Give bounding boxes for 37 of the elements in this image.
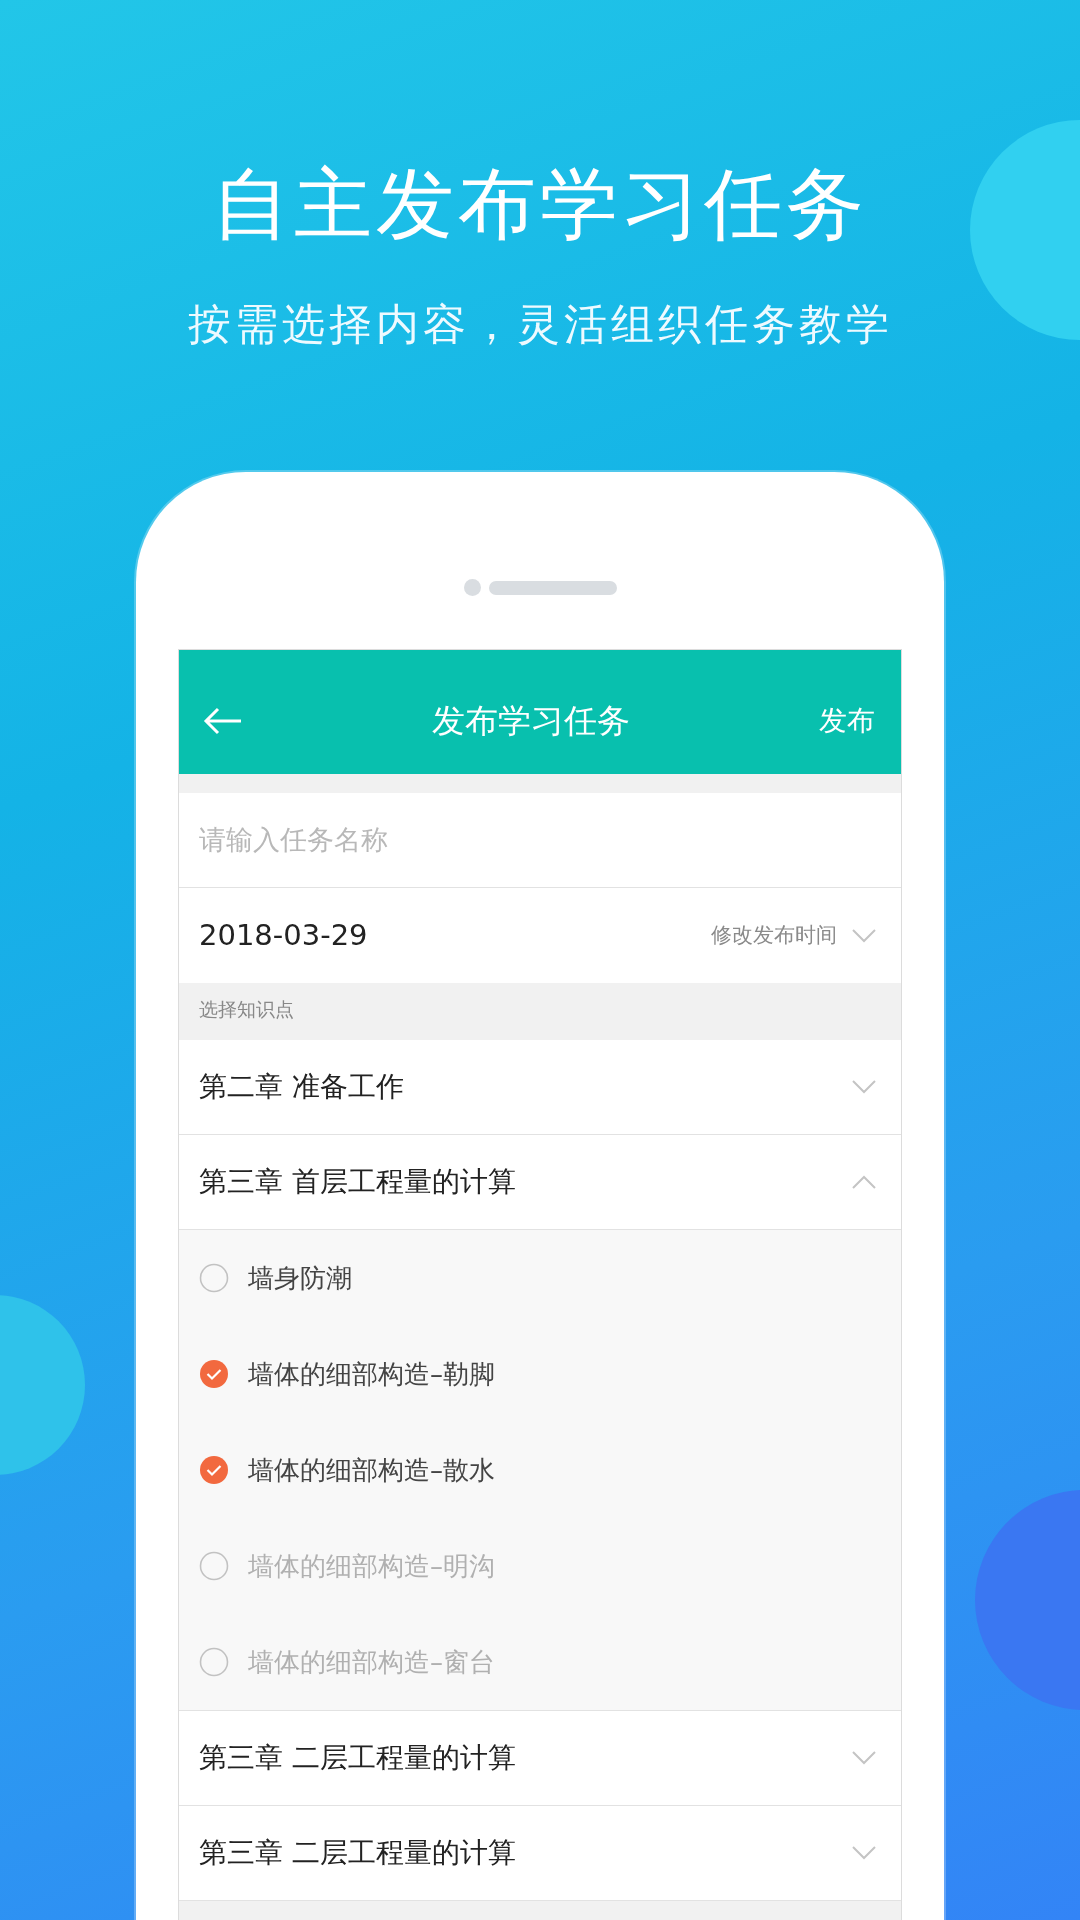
back-button[interactable] [203, 707, 243, 735]
item-label: 墙体的细部构造–窗台 [248, 1645, 495, 1679]
radio-icon [199, 1551, 229, 1581]
item-label: 墙身防潮 [248, 1261, 352, 1295]
section-label: 选择知识点 [198, 997, 295, 1022]
chapter-title: 第三章 二层工程量的计算 [199, 1740, 517, 1776]
date-value: 2018-03-29 [199, 916, 369, 954]
knowledge-item[interactable]: 墙身防潮 [179, 1230, 901, 1326]
task-name-field[interactable]: 请输入任务名称 [179, 793, 901, 888]
task-name-input[interactable]: 请输入任务名称 [199, 819, 877, 861]
checked-radio-icon [199, 1455, 229, 1485]
knowledge-item[interactable]: 墙体的细部构造–勒脚 [179, 1326, 901, 1422]
chapter-row[interactable]: 第三章 二层工程量的计算 [179, 1806, 901, 1901]
item-label: 墙体的细部构造–明沟 [248, 1549, 495, 1583]
checked-radio-icon [199, 1359, 229, 1389]
item-label: 墙体的细部构造–散水 [248, 1453, 495, 1487]
chapter-row[interactable]: 第三章 首层工程量的计算 [179, 1135, 901, 1230]
screen-title: 发布学习任务 [431, 700, 631, 743]
headline: 自主发布学习任务 [212, 165, 868, 243]
knowledge-item[interactable]: 墙体的细部构造–散水 [179, 1422, 901, 1518]
chapter-title: 第二章 准备工作 [199, 1069, 405, 1105]
chevron-down-icon [851, 1845, 877, 1861]
camera-dot [463, 579, 481, 596]
radio-icon [199, 1263, 229, 1293]
chevron-up-icon [851, 1174, 877, 1190]
chapter-title: 第三章 首层工程量的计算 [199, 1164, 517, 1200]
change-time-link: 修改发布时间 [711, 921, 837, 949]
chevron-down-icon [851, 1750, 877, 1766]
chevron-down-icon [851, 927, 877, 944]
chapter-row[interactable]: 第三章 二层工程量的计算 [179, 1711, 901, 1806]
chapter-title: 第三章 二层工程量的计算 [199, 1835, 517, 1871]
date-row[interactable]: 2018-03-29 修改发布时间 [179, 888, 901, 983]
radio-icon [199, 1647, 229, 1677]
subheadline: 按需选择内容，灵活组织任务教学 [187, 303, 893, 346]
chevron-down-icon [851, 1079, 877, 1095]
item-label: 墙体的细部构造–勒脚 [248, 1357, 495, 1391]
chapter-row[interactable]: 第二章 准备工作 [179, 1040, 901, 1135]
